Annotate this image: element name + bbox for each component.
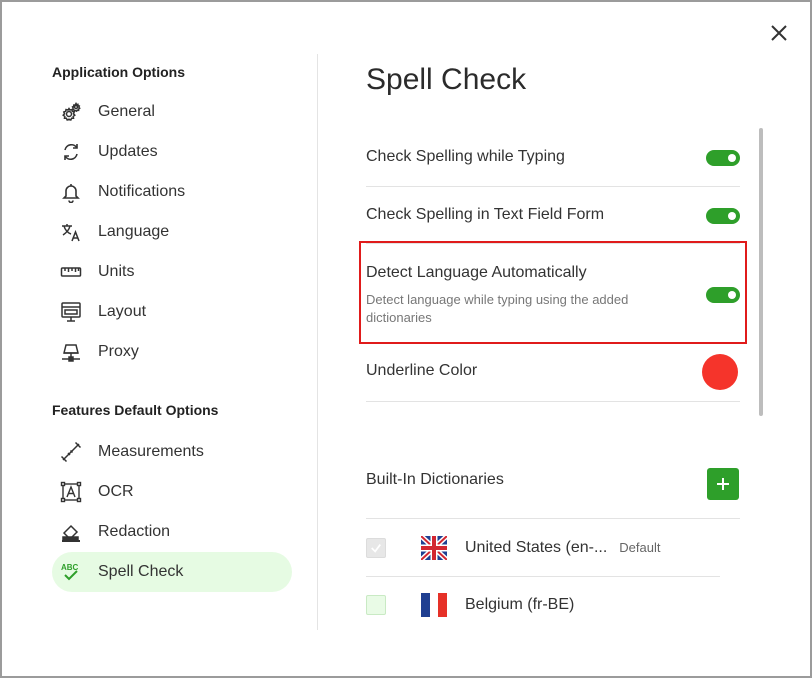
spellcheck-icon: ABC (60, 561, 82, 583)
sidebar-item-label: Proxy (98, 343, 139, 360)
sidebar-item-spell-check[interactable]: ABC Spell Check (52, 552, 292, 592)
network-icon (60, 341, 82, 363)
gear-icon (60, 101, 82, 123)
sidebar-item-label: OCR (98, 483, 134, 500)
page-title: Spell Check (366, 63, 527, 96)
add-dictionary-button[interactable] (707, 468, 739, 500)
sidebar-item-label: Notifications (98, 183, 186, 200)
sidebar-item-label: Language (98, 223, 170, 240)
bell-icon (60, 181, 82, 203)
setting-check-typing: Check Spelling while Typing (366, 132, 740, 187)
sidebar-item-label: Units (98, 263, 135, 280)
dictionaries-header: Built-In Dictionaries (366, 456, 740, 519)
svg-text:ABC: ABC (61, 563, 79, 572)
sidebar-item-language[interactable]: Language (52, 212, 294, 252)
sidebar-item-layout[interactable]: Layout (52, 292, 294, 332)
ocr-icon (60, 481, 82, 503)
scrollbar-thumb[interactable] (759, 128, 763, 416)
setting-label: Check Spelling while Typing (366, 148, 565, 165)
sidebar-list-application: General Updates Notifications Language U… (52, 92, 294, 372)
eraser-icon (60, 521, 82, 543)
sidebar-heading-features: Features Default Options (52, 402, 219, 418)
dictionary-row: Belgium (fr-BE) (366, 576, 574, 634)
sidebar-heading-application: Application Options (52, 64, 185, 80)
ruler-icon (60, 261, 82, 283)
sidebar-item-redaction[interactable]: Redaction (52, 512, 294, 552)
sidebar-item-proxy[interactable]: Proxy (52, 332, 294, 372)
sidebar-divider (317, 54, 318, 630)
translate-icon (60, 221, 82, 243)
toggle-knob (728, 212, 736, 220)
sidebar-item-ocr[interactable]: OCR (52, 472, 294, 512)
sidebar-item-notifications[interactable]: Notifications (52, 172, 294, 212)
setting-check-form: Check Spelling in Text Field Form (366, 187, 740, 244)
main-panel: Spell Check (366, 60, 742, 100)
dictionary-checkbox[interactable] (366, 595, 386, 615)
dictionary-name: United States (en-... (465, 538, 608, 556)
close-icon (771, 25, 787, 41)
france-flag-icon (421, 593, 447, 617)
uk-flag-icon (421, 535, 447, 560)
sidebar-item-label: Measurements (98, 443, 204, 460)
refresh-icon (60, 141, 82, 163)
underline-color-swatch[interactable] (702, 354, 738, 390)
plus-icon (717, 478, 729, 490)
settings-dialog: Application Options General Updates Noti… (0, 0, 812, 678)
sidebar-item-measurements[interactable]: Measurements (52, 432, 294, 472)
measure-icon (60, 441, 82, 463)
sidebar-item-label: Layout (98, 303, 147, 320)
sidebar-item-general[interactable]: General (52, 92, 294, 132)
sidebar-item-label: Updates (98, 143, 158, 160)
toggle-knob (728, 154, 736, 162)
check-form-toggle[interactable] (706, 208, 740, 224)
setting-underline-color: Underline Color (366, 342, 740, 402)
sidebar-item-label: Redaction (98, 523, 171, 540)
check-icon (371, 543, 381, 553)
close-button[interactable] (768, 22, 790, 44)
sidebar: Application Options General Updates Noti… (52, 60, 294, 592)
sidebar-item-label: General (98, 103, 155, 120)
dictionary-name: Belgium (fr-BE) (465, 596, 575, 613)
default-badge: Default (619, 540, 661, 555)
sidebar-item-updates[interactable]: Updates (52, 132, 294, 172)
dictionary-row: United States (en-... Default (366, 519, 720, 577)
highlight-box (359, 241, 747, 344)
dictionaries-label: Built-In Dictionaries (366, 471, 504, 488)
sidebar-item-label: Spell Check (98, 563, 184, 580)
sidebar-item-units[interactable]: Units (52, 252, 294, 292)
check-typing-toggle[interactable] (706, 150, 740, 166)
dictionary-checkbox[interactable] (366, 537, 386, 558)
layout-icon (60, 301, 82, 323)
sidebar-list-features: Measurements OCR Redaction ABC Spell Che… (52, 432, 294, 592)
setting-label: Underline Color (366, 362, 478, 379)
setting-label: Check Spelling in Text Field Form (366, 206, 605, 223)
